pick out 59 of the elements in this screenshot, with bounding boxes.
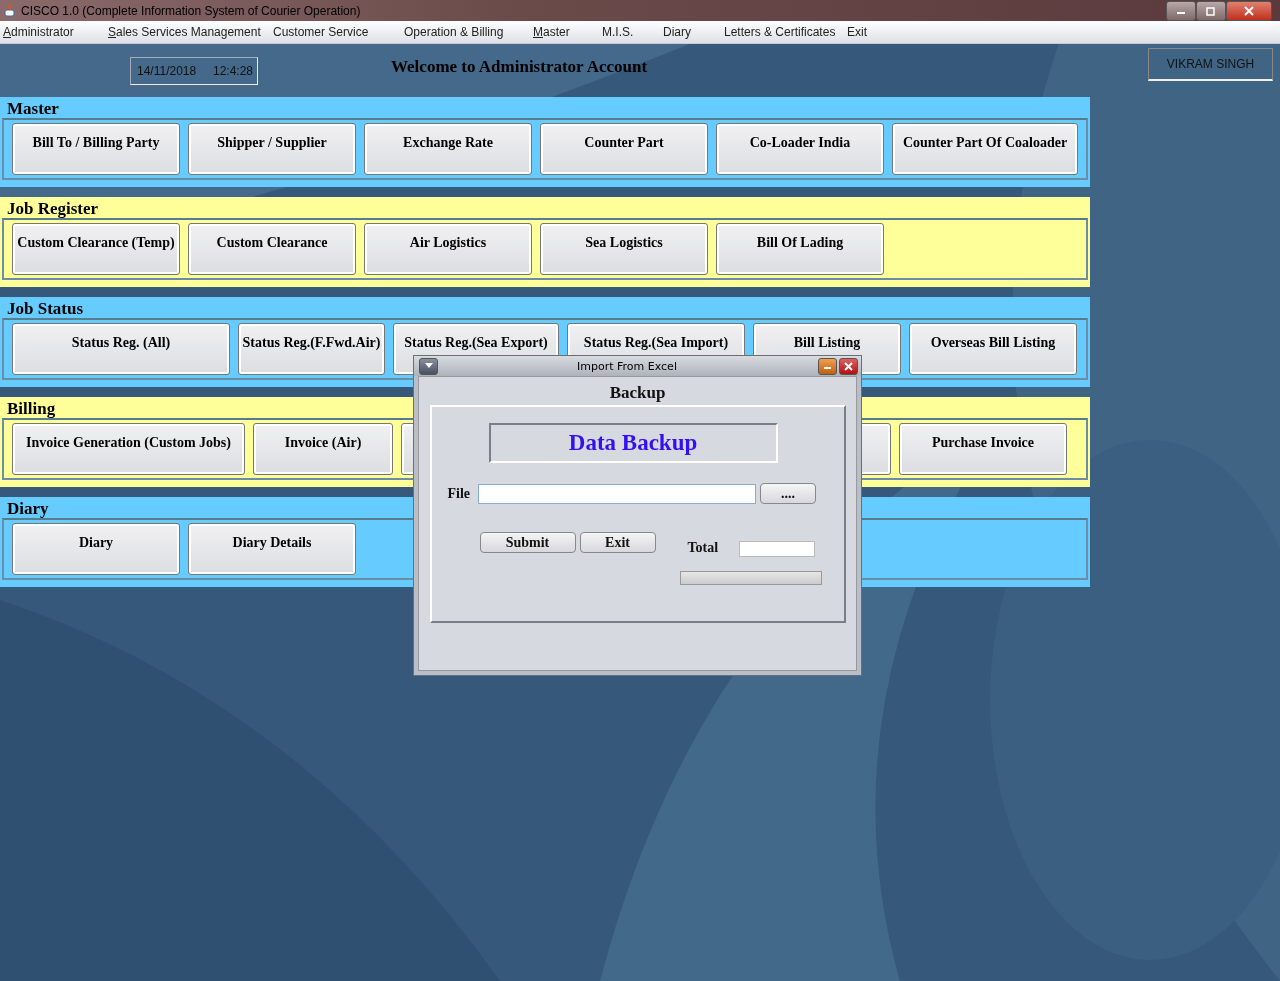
minimize-button[interactable] [1166,0,1196,21]
restore-icon [1206,5,1216,16]
menu-button[interactable]: Status Reg.(F.Fwd.Air) [238,323,385,375]
java-cup-icon [3,3,17,18]
menu-button[interactable]: Custom Clearance (Temp) [12,223,180,275]
menu-button[interactable]: Overseas Bill Listing [909,323,1077,375]
close-button[interactable] [839,357,858,375]
menu-button[interactable]: Air Logistics [364,223,532,275]
section-title: Job Status [6,299,85,318]
section-title: Diary [6,499,50,518]
file-input-field[interactable] [478,483,757,504]
menu-button[interactable]: Invoice (Air) [253,423,393,475]
caret-icon [424,363,433,369]
section-title: Job Register [6,199,100,218]
dropdown-button[interactable] [419,357,438,375]
menu-button[interactable]: Bill To / Billing Party [12,123,180,175]
dialog-title: Import From Excel [576,359,678,373]
close-button[interactable] [1226,0,1272,21]
menu-item[interactable]: Operation & Billing [404,25,533,39]
menu-item[interactable]: Diary [663,25,724,39]
user-name: VIKRAM SINGH [1166,57,1255,71]
menu-button[interactable]: Co-Loader India [716,123,884,175]
close-icon [1243,5,1255,16]
total-field[interactable] [739,541,816,557]
section-title: Billing [6,399,57,418]
menu-button[interactable]: Bill Of Lading [716,223,884,275]
menu-item[interactable]: Customer Service [273,25,404,39]
menu-item[interactable]: Administrator [3,25,108,39]
menu-item[interactable]: Letters & Certificates [724,25,847,39]
welcome-heading: Welcome to Administrator Account [391,56,648,77]
menu-button[interactable]: Counter Part [540,123,708,175]
data-backup-banner: Data Backup [488,423,778,463]
menu-item[interactable]: Sales Services Management [108,25,273,39]
menu-button[interactable]: Status Reg. (All) [12,323,230,375]
maximize-button[interactable] [1196,0,1226,21]
menu-item[interactable]: Exit [847,25,887,39]
submit-button[interactable]: Submit [479,532,576,553]
menu-button[interactable]: Exchange Rate [364,123,532,175]
menu-button[interactable]: Diary [12,523,180,575]
window-title: CISCO 1.0 (Complete Information System of Courier Operation) [21,3,361,18]
minimize-button[interactable] [818,357,837,375]
browse-button[interactable]: .... [760,483,817,504]
close-icon [844,361,853,371]
date-text: 14/11/2018 [137,63,197,78]
time-text: 12:4:28 [212,63,253,78]
total-label: Total [687,540,719,556]
menu-button[interactable]: Purchase Invoice [899,423,1067,475]
menu-button[interactable]: Shipper / Supplier [188,123,356,175]
file-label: File [447,485,471,502]
menu-button[interactable]: Custom Clearance [188,223,356,275]
menu-button[interactable]: Invoice Generation (Custom Jobs) [12,423,245,475]
dialog-heading: Backup [609,383,666,403]
menu-button[interactable]: Sea Logistics [540,223,708,275]
menu-item[interactable]: M.I.S. [602,25,663,39]
menu-item[interactable]: Master [533,25,602,39]
section-title: Master [6,99,60,118]
menu-button[interactable]: Diary Details [188,523,356,575]
menu-button[interactable]: Counter Part Of Coaloader [892,123,1078,175]
exit-button[interactable]: Exit [579,532,656,553]
